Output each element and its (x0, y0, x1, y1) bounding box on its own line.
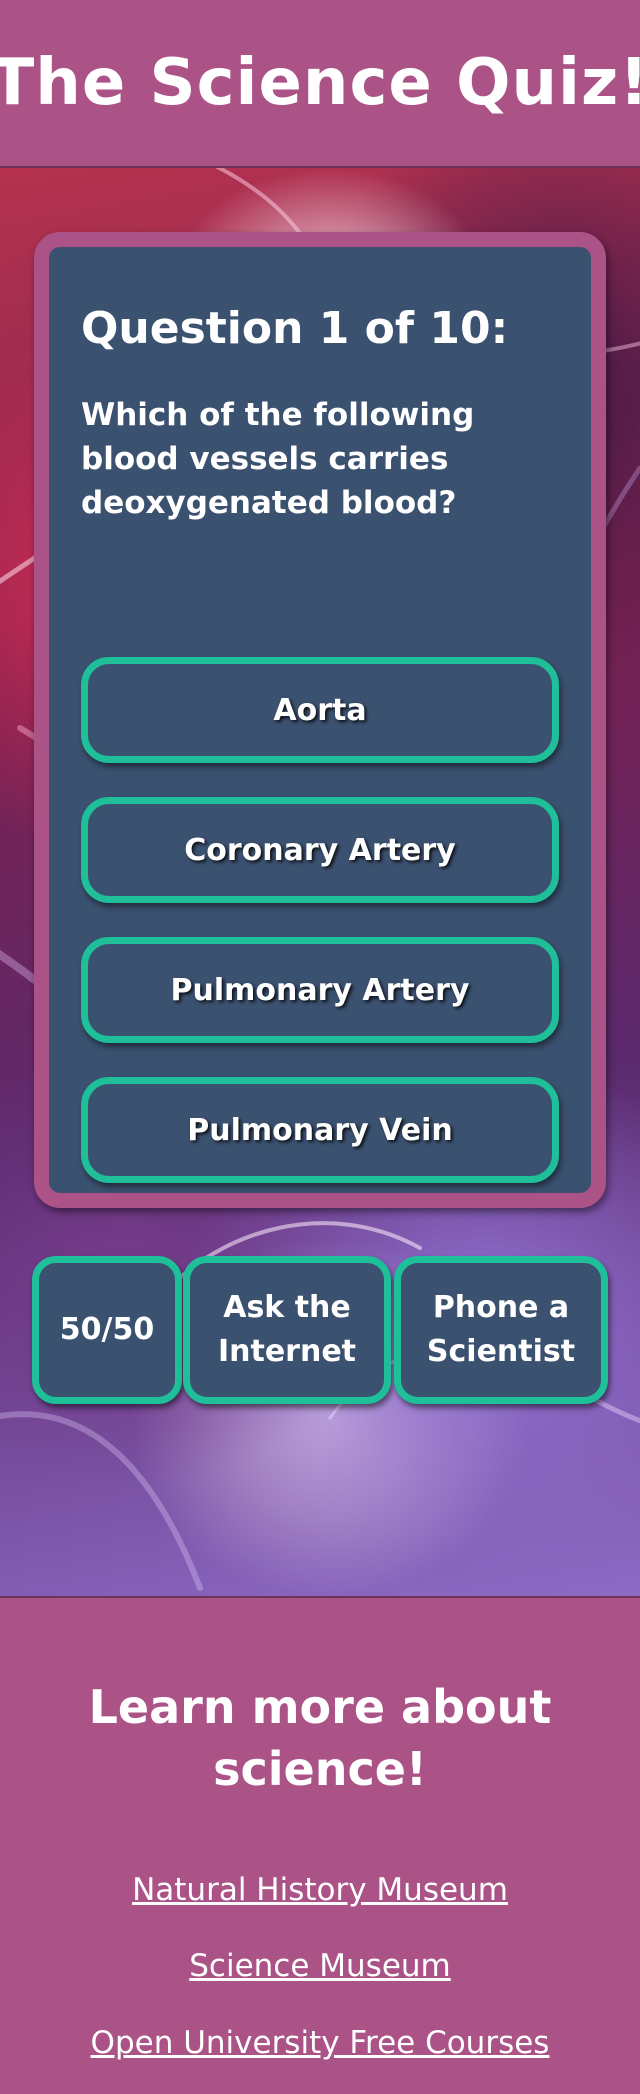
question-text: Which of the following blood vessels car… (81, 397, 475, 521)
lifeline-phone-scientist-button[interactable]: Phone a Scientist (394, 1256, 608, 1404)
quiz-section: Question 1 of 10: Which of the following… (0, 168, 640, 1596)
lifeline-ask-internet-button[interactable]: Ask the Internet (183, 1256, 391, 1404)
answer-button-aorta[interactable]: Aorta (81, 657, 559, 763)
lifeline-fifty-fifty-button[interactable]: 50/50 (32, 1256, 182, 1404)
footer-heading: Learn more about science! (88, 1680, 552, 1796)
link-science-museum[interactable]: Science Museum (0, 1948, 640, 1984)
site-footer: Learn more about science! Natural Histor… (0, 1596, 640, 2094)
site-title: The Science Quiz! (0, 46, 640, 120)
question-card: Question 1 of 10: Which of the following… (34, 232, 606, 1208)
question-counter: Question 1 of 10: (81, 303, 509, 354)
site-header: The Science Quiz! (0, 0, 640, 168)
answer-button-pulmonary-artery[interactable]: Pulmonary Artery (81, 937, 559, 1043)
answer-button-coronary-artery[interactable]: Coronary Artery (81, 797, 559, 903)
answer-button-pulmonary-vein[interactable]: Pulmonary Vein (81, 1077, 559, 1183)
link-natural-history-museum[interactable]: Natural History Museum (0, 1872, 640, 1908)
link-open-university-free-courses[interactable]: Open University Free Courses (0, 2025, 640, 2061)
